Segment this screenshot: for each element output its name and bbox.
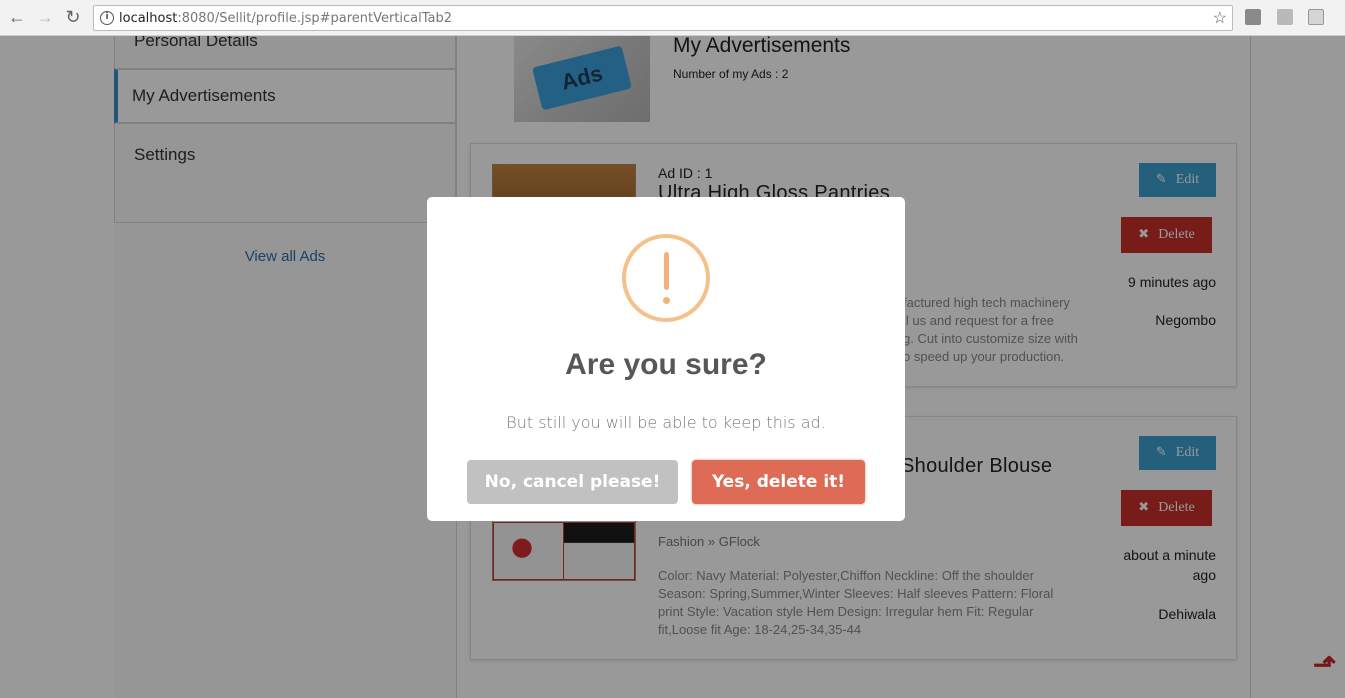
dialog-message: But still you will be able to keep this … [506,413,826,432]
url-path: :8080/Sellit/profile.jsp#parentVerticalT… [177,11,453,26]
dialog-title: Are you sure? [565,348,767,381]
warning-line [664,252,669,290]
info-icon[interactable]: i [100,11,114,25]
extension-icon[interactable] [1245,9,1261,25]
bookmark-star-icon[interactable]: ☆ [1213,8,1227,28]
warning-dot [663,297,670,304]
confirm-dialog: Are you sure? But still you will be able… [427,197,905,521]
pdf-extension-icon[interactable] [1277,9,1293,25]
address-bar[interactable]: i localhost:8080/Sellit/profile.jsp#pare… [93,5,1233,31]
back-icon[interactable]: ← [6,6,28,28]
url-text[interactable]: localhost:8080/Sellit/profile.jsp#parent… [119,11,452,26]
reload-icon[interactable]: ↻ [62,6,84,28]
cancel-button[interactable]: No, cancel please! [467,460,678,504]
confirm-delete-button[interactable]: Yes, delete it! [692,460,865,504]
cube-extension-icon[interactable] [1308,9,1324,25]
url-host: localhost [119,11,178,26]
forward-icon[interactable]: → [34,6,56,28]
browser-toolbar: ← → ↻ i localhost:8080/Sellit/profile.js… [0,0,1345,36]
warning-icon [622,234,710,322]
